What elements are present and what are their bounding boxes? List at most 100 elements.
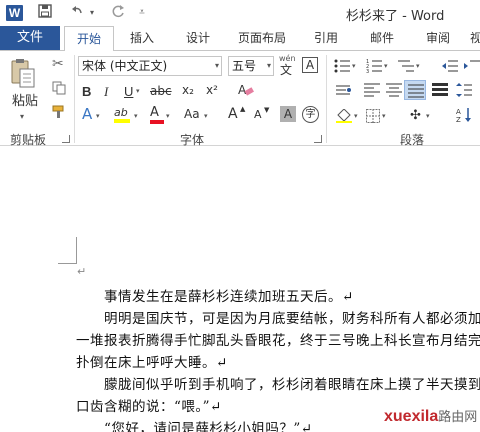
character-shading-button[interactable]: A (280, 106, 296, 122)
font-size-dropdown[interactable]: 五号 ▾ (228, 56, 274, 76)
paste-icon[interactable] (10, 57, 36, 93)
font-color-swatch (150, 120, 164, 124)
subscript-button[interactable]: x₂ (182, 84, 194, 96)
strikethrough-button[interactable]: abc (150, 85, 172, 97)
site-watermark: xuexila路由网 (384, 406, 477, 426)
highlight-button[interactable]: ab (114, 107, 130, 123)
numbering-icon[interactable]: 123 (366, 59, 382, 75)
font-name-dropdown[interactable]: 宋体 (中文正文) ▾ (78, 56, 222, 76)
chevron-down-icon: ▾ (266, 61, 271, 70)
bullets-dropdown-icon[interactable]: ▾ (352, 63, 356, 70)
format-painter-icon[interactable] (52, 105, 66, 121)
clipboard-launcher-icon[interactable] (62, 135, 70, 143)
bullets-icon[interactable] (334, 59, 350, 75)
highlight-label: ab (114, 106, 128, 119)
copy-icon[interactable] (52, 81, 66, 97)
tab-page-layout[interactable]: 页面布局 (232, 26, 292, 50)
document-line: 明明是国庆节，可是因为月底要结帐，财务科所有人都必须加 (104, 311, 480, 327)
justify-button[interactable] (404, 80, 426, 100)
highlight-swatch (114, 119, 130, 123)
svg-text:A: A (456, 108, 461, 116)
tab-view[interactable]: 视 (466, 26, 480, 50)
line-spacing-icon[interactable] (456, 83, 472, 99)
chinese-layout-icon[interactable] (336, 83, 352, 99)
align-center-icon[interactable] (386, 83, 402, 99)
justify-icon (408, 84, 424, 98)
window-title: 杉杉来了 - Word (346, 9, 445, 24)
asian-typography-dropdown-icon[interactable]: ▾ (426, 113, 430, 120)
enclose-characters-button[interactable]: 字 (302, 106, 319, 123)
document-line: 事情发生在是薛杉杉连续加班五天后。↵ (104, 289, 354, 305)
font-color-button[interactable]: A (150, 106, 164, 124)
tab-review[interactable]: 审阅 (418, 26, 458, 50)
clipboard-group-label: 剪贴板 (10, 133, 47, 147)
text-effects-dropdown-icon[interactable]: ▾ (96, 113, 100, 120)
change-case-button[interactable]: Aa (184, 108, 200, 120)
phonetic-guide-pinyin: wén (279, 54, 296, 63)
font-launcher-icon[interactable] (314, 135, 322, 143)
ribbon-tabs: 文件 开始 插入 设计 页面布局 引用 邮件 审阅 视 (0, 26, 480, 51)
font-name-value: 宋体 (中文正文) (82, 59, 168, 73)
document-line: 扑倒在床上呼呼大睡。↵ (76, 355, 228, 371)
group-separator (326, 55, 327, 143)
font-color-dropdown-icon[interactable]: ▾ (166, 113, 170, 120)
multilevel-dropdown-icon[interactable]: ▾ (416, 63, 420, 70)
grow-font-button[interactable]: A (228, 107, 238, 121)
multilevel-list-icon[interactable] (398, 59, 414, 75)
svg-text:A: A (238, 83, 247, 97)
document-line: 朦胧间似乎听到手机响了，杉杉闭着眼睛在床上摸了半天摸到 (104, 377, 480, 393)
paste-dropdown-icon[interactable]: ▾ (20, 113, 24, 121)
decrease-indent-icon[interactable] (442, 59, 458, 75)
align-left-icon[interactable] (364, 83, 380, 99)
redo-icon[interactable] (110, 4, 128, 22)
group-separator (74, 55, 75, 143)
tab-references[interactable]: 引用 (306, 26, 346, 50)
italic-button[interactable]: I (104, 84, 108, 100)
undo-icon[interactable] (68, 4, 86, 22)
asian-typography-icon[interactable]: ✣ (410, 109, 421, 122)
crop-mark (76, 237, 77, 264)
text-effects-button[interactable]: A (82, 107, 92, 122)
cut-icon[interactable]: ✂ (52, 57, 64, 71)
save-icon[interactable] (36, 4, 54, 22)
distributed-align-icon[interactable] (432, 83, 448, 99)
customize-quick-access-icon[interactable]: ⩡ (136, 4, 148, 22)
tab-home[interactable]: 开始 (64, 26, 114, 51)
sort-icon[interactable]: AZ (456, 107, 472, 125)
title-bar: W ▾ ⩡ 杉杉来了 - Word (0, 0, 480, 26)
highlight-dropdown-icon[interactable]: ▾ (134, 113, 138, 120)
paste-label[interactable]: 粘贴 (12, 95, 38, 108)
borders-icon[interactable] (366, 109, 380, 125)
underline-dropdown-icon[interactable]: ▾ (136, 88, 140, 95)
superscript-button[interactable]: x² (206, 84, 218, 96)
tab-mailings[interactable]: 邮件 (362, 26, 402, 50)
change-case-dropdown-icon[interactable]: ▾ (204, 113, 208, 120)
document-line: 口齿含糊的说：“喂。”↵ (76, 399, 222, 415)
character-border-button[interactable]: A (302, 57, 318, 73)
paragraph-mark: ↵ (77, 265, 87, 278)
underline-button[interactable]: U (124, 84, 133, 99)
shrink-font-button[interactable]: A (254, 109, 262, 120)
shading-icon[interactable] (336, 108, 352, 125)
crop-mark (58, 263, 77, 264)
bold-button[interactable]: B (82, 84, 91, 99)
tab-design[interactable]: 设计 (178, 26, 218, 50)
font-color-label: A (150, 105, 159, 120)
tab-insert[interactable]: 插入 (122, 26, 162, 50)
document-line: “您好，请问是薛杉杉小姐吗？”↵ (104, 421, 313, 432)
document-page[interactable]: ↵ 事情发生在是薛杉杉连续加班五天后。↵ 明明是国庆节，可是因为月底要结帐，财务… (0, 147, 480, 432)
tab-file[interactable]: 文件 (0, 26, 60, 50)
ribbon: 粘贴 ▾ ✂ 剪贴板 宋体 (中文正文) ▾ 五号 ▾ wén 文 A B I … (0, 50, 480, 147)
undo-dropdown-icon[interactable]: ▾ (88, 4, 96, 22)
document-line: 一堆报表折腾得手忙脚乱头昏眼花，终于三号晚上科长宣布月结完 (76, 333, 480, 349)
font-size-value: 五号 (232, 59, 257, 73)
clear-formatting-icon[interactable]: A (238, 82, 254, 100)
borders-dropdown-icon[interactable]: ▾ (382, 113, 386, 120)
watermark-text: 路由网 (438, 409, 478, 424)
increase-indent-icon[interactable] (464, 59, 480, 75)
font-group-label: 字体 (180, 133, 205, 147)
shading-dropdown-icon[interactable]: ▾ (354, 113, 358, 120)
numbering-dropdown-icon[interactable]: ▾ (384, 63, 388, 70)
phonetic-guide-button[interactable]: 文 (280, 64, 292, 76)
watermark-site: xuexila (384, 408, 439, 425)
